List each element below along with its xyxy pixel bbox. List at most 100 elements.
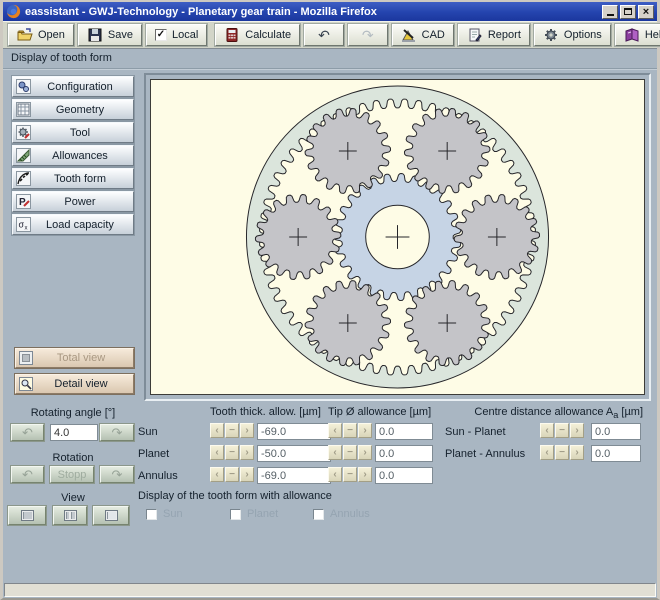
stepper-dec-button[interactable]: ‹ bbox=[210, 445, 224, 460]
stepper-dec-button[interactable]: ‹ bbox=[328, 467, 342, 482]
view-label: View bbox=[61, 492, 85, 504]
options-button[interactable]: Options bbox=[533, 24, 611, 46]
allowance-checkbox-planet[interactable]: Planet bbox=[230, 508, 278, 520]
stepper-mid-button[interactable]: − bbox=[343, 445, 357, 460]
drawing-frame bbox=[144, 73, 651, 401]
tooth-thick-input-sun[interactable] bbox=[257, 423, 331, 440]
undo-icon: ↶ bbox=[318, 27, 330, 43]
detail-view-label: Detail view bbox=[54, 378, 108, 390]
open-button[interactable]: Open bbox=[8, 24, 74, 46]
stepper-dec-button[interactable]: ‹ bbox=[540, 423, 554, 438]
rotation-cw-button[interactable]: ↷ bbox=[100, 466, 134, 483]
stepper-dec-button[interactable]: ‹ bbox=[210, 423, 224, 438]
redo-button[interactable]: ↷ bbox=[347, 24, 388, 46]
stepper-mid-button[interactable]: − bbox=[555, 423, 569, 438]
stepper-inc-button[interactable]: › bbox=[240, 467, 254, 482]
stepper-inc-button[interactable]: › bbox=[358, 423, 372, 438]
view-left-icon bbox=[20, 510, 34, 521]
stepper-inc-button[interactable]: › bbox=[240, 445, 254, 460]
minimize-button[interactable] bbox=[602, 4, 618, 19]
content-area: Display of tooth form Configuration Geom… bbox=[3, 49, 657, 582]
stepper-mid-button[interactable]: − bbox=[225, 423, 239, 438]
rotation-ccw-button[interactable]: ↶ bbox=[11, 466, 44, 483]
centre-input-sun-planet[interactable] bbox=[591, 423, 641, 440]
detail-view-button[interactable]: Detail view bbox=[15, 374, 134, 394]
sidebar-item-tool[interactable]: Tool bbox=[12, 122, 134, 143]
rotate-cw-button[interactable]: ↷ bbox=[100, 424, 134, 441]
rotating-angle-input[interactable] bbox=[50, 424, 98, 441]
rotate-ccw-button[interactable]: ↶ bbox=[11, 424, 44, 441]
rotate-ccw-icon: ↶ bbox=[22, 424, 33, 440]
tip-input-annulus[interactable] bbox=[375, 467, 433, 484]
local-checkbox[interactable]: ✓ bbox=[155, 29, 167, 41]
open-label: Open bbox=[38, 29, 65, 41]
centre-input-planet-annulus[interactable] bbox=[591, 445, 641, 462]
stop-button[interactable]: Stopp bbox=[50, 466, 94, 483]
sidebar-item-geometry[interactable]: Geometry bbox=[12, 99, 134, 120]
centre-stepper-planet-annulus: ‹ − › bbox=[540, 445, 584, 460]
stepper-dec-button[interactable]: ‹ bbox=[540, 445, 554, 460]
redo-icon: ↷ bbox=[361, 27, 374, 43]
stepper-inc-button[interactable]: › bbox=[240, 423, 254, 438]
stepper-dec-button[interactable]: ‹ bbox=[328, 423, 342, 438]
centre-stepper-sun-planet: ‹ − › bbox=[540, 423, 584, 438]
stepper-inc-button[interactable]: › bbox=[358, 445, 372, 460]
rotation-label: Rotation bbox=[52, 452, 94, 464]
stepper-dec-button[interactable]: ‹ bbox=[328, 445, 342, 460]
tip-stepper-annulus: ‹ − › bbox=[328, 467, 372, 482]
maximize-button[interactable] bbox=[620, 4, 636, 19]
tip-input-sun[interactable] bbox=[375, 423, 433, 440]
stepper-inc-button[interactable]: › bbox=[570, 423, 584, 438]
view-right-icon bbox=[104, 510, 118, 521]
sidebar-item-tooth-form[interactable]: Tooth form bbox=[12, 168, 134, 189]
row-label-planet: Planet bbox=[138, 448, 170, 460]
save-label: Save bbox=[107, 29, 133, 41]
sidebar-item-label: Tooth form bbox=[54, 172, 106, 185]
cad-button[interactable]: CAD bbox=[391, 24, 454, 46]
calculate-button[interactable]: Calculate bbox=[215, 24, 301, 46]
annulus-checkbox-label: Annulus bbox=[330, 508, 370, 520]
stepper-dec-button[interactable]: ‹ bbox=[210, 467, 224, 482]
options-gear-icon bbox=[544, 29, 557, 41]
undo-button[interactable]: ↶ bbox=[304, 24, 344, 46]
help-book-icon bbox=[625, 28, 639, 42]
statusbar bbox=[3, 582, 657, 598]
total-view-button[interactable]: Total view bbox=[15, 348, 134, 368]
stepper-mid-button[interactable]: − bbox=[343, 467, 357, 482]
stepper-mid-button[interactable]: − bbox=[555, 445, 569, 460]
view-left-button[interactable] bbox=[8, 506, 46, 525]
tip-input-planet[interactable] bbox=[375, 445, 433, 462]
annulus-checkbox[interactable] bbox=[313, 508, 324, 520]
save-floppy-icon bbox=[88, 28, 102, 42]
view-split-button[interactable] bbox=[53, 506, 87, 525]
view-right-button[interactable] bbox=[93, 506, 129, 525]
allowance-checkbox-sun[interactable]: Sun bbox=[146, 508, 183, 520]
tooth-thick-input-annulus[interactable] bbox=[257, 467, 331, 484]
local-toggle[interactable]: ✓ Local bbox=[146, 24, 208, 46]
page-title: Display of tooth form bbox=[3, 49, 657, 69]
report-button[interactable]: Report bbox=[457, 24, 530, 46]
stepper-mid-button[interactable]: − bbox=[225, 445, 239, 460]
planet-checkbox[interactable] bbox=[230, 508, 241, 520]
sidebar-item-power[interactable]: P Power bbox=[12, 191, 134, 212]
tip-stepper-planet: ‹ − › bbox=[328, 445, 372, 460]
tooth-thick-input-planet[interactable] bbox=[257, 445, 331, 462]
main-row: Configuration Geometry Tool Allowances T… bbox=[3, 69, 657, 401]
sidebar-item-load-capacity[interactable]: σx Load capacity bbox=[12, 214, 134, 235]
sun-checkbox[interactable] bbox=[146, 508, 157, 520]
stepper-inc-button[interactable]: › bbox=[358, 467, 372, 482]
magnifier-icon bbox=[19, 377, 33, 391]
stepper-inc-button[interactable]: › bbox=[570, 445, 584, 460]
help-label: Help bbox=[644, 29, 660, 41]
save-button[interactable]: Save bbox=[77, 24, 142, 46]
sidebar-item-label: Configuration bbox=[47, 80, 113, 93]
sidebar-item-configuration[interactable]: Configuration bbox=[12, 76, 134, 97]
stepper-mid-button[interactable]: − bbox=[225, 467, 239, 482]
toolbar: Open Save ✓ Local Calculate ↶ ↷ CAD Repo… bbox=[3, 21, 660, 49]
stepper-mid-button[interactable]: − bbox=[343, 423, 357, 438]
allowance-checkbox-annulus[interactable]: Annulus bbox=[313, 508, 370, 520]
tooth-form-icon bbox=[16, 171, 31, 186]
sidebar-item-allowances[interactable]: Allowances bbox=[12, 145, 134, 166]
close-button[interactable]: × bbox=[638, 4, 654, 19]
help-button[interactable]: Help bbox=[614, 24, 660, 46]
